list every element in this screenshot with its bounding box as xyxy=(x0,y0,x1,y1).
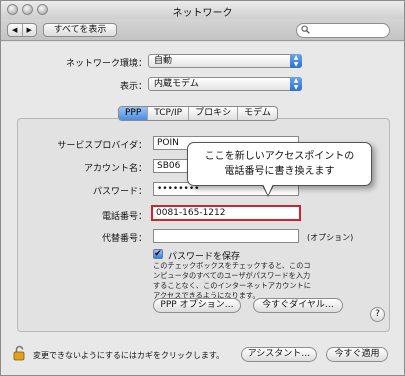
provider-label: サービスプロバイダ： xyxy=(57,141,147,151)
show-label: 表示： xyxy=(119,82,147,92)
instruction-callout: ここを新しいアクセスポイントの 電話番号に書き換えます xyxy=(187,142,372,186)
show-value: 内蔵モデム xyxy=(154,79,199,89)
tab-modem[interactable]: モデム xyxy=(237,107,277,120)
location-label: ネットワーク環境： xyxy=(65,59,147,69)
search-field[interactable] xyxy=(296,23,390,38)
account-label: アカウント名： xyxy=(83,164,147,174)
save-password-description: このチェックボックスをチェックすると、このコンピュータのすべてのユーザがパスワー… xyxy=(153,261,311,300)
callout-tail-inner xyxy=(263,184,273,195)
forward-button[interactable]: ▶ xyxy=(21,24,37,36)
lock-icon[interactable] xyxy=(13,345,26,361)
alt-phone-field[interactable] xyxy=(153,229,299,243)
help-button[interactable]: ? xyxy=(370,307,385,322)
search-icon xyxy=(301,25,310,37)
ppp-options-button[interactable]: PPP オプション… xyxy=(153,298,241,313)
callout-line-2: 電話番号に書き換えます xyxy=(224,166,335,177)
tab-tcpip[interactable]: TCP/IP xyxy=(147,107,188,120)
optional-note: (オプション) xyxy=(307,233,354,242)
window-title: ネットワーク xyxy=(172,8,233,19)
assistant-button[interactable]: アシスタント… xyxy=(241,347,317,362)
callout-line-1: ここを新しいアクセスポイントの xyxy=(204,151,355,162)
back-button[interactable]: ◀ xyxy=(8,24,22,36)
password-label: パスワード： xyxy=(92,187,147,197)
checkmark-icon: ✔ xyxy=(154,249,162,259)
network-preferences-window: ネットワーク ◀ ▶ すべてを表示 ネットワーク環境： 自動 ▲ ▼ 表示： 内蔵… xyxy=(0,0,405,376)
tab-proxy[interactable]: プロキシ xyxy=(188,107,237,120)
save-password-checkbox[interactable]: ✔ xyxy=(153,249,163,259)
toolbar: ◀ ▶ すべてを表示 xyxy=(1,19,404,41)
popup-arrows-icon: ▲ ▼ xyxy=(290,54,302,68)
tab-ppp[interactable]: PPP xyxy=(119,107,148,120)
location-value: 自動 xyxy=(154,56,173,66)
phone-number-field[interactable]: 0081-165-1212 xyxy=(151,205,301,221)
alt-phone-label: 代替番号： xyxy=(101,234,147,244)
dial-now-button[interactable]: 今すぐダイヤル… xyxy=(253,298,343,313)
apply-now-button[interactable]: 今すぐ適用 xyxy=(326,347,388,362)
popup-arrows-icon: ▲ ▼ xyxy=(290,77,302,91)
phone-label: 電話番号： xyxy=(101,212,147,222)
lock-instruction: 変更できないようにするにはカギをクリックします。 xyxy=(33,351,225,360)
show-popup[interactable]: 内蔵モデム ▲ ▼ xyxy=(148,77,302,91)
location-popup[interactable]: 自動 ▲ ▼ xyxy=(148,54,302,68)
title-bar: ネットワーク xyxy=(1,1,404,19)
tab-bar: PPP TCP/IP プロキシ モデム xyxy=(118,106,278,121)
back-forward-control: ◀ ▶ xyxy=(7,23,37,37)
show-all-button[interactable]: すべてを表示 xyxy=(43,23,117,37)
